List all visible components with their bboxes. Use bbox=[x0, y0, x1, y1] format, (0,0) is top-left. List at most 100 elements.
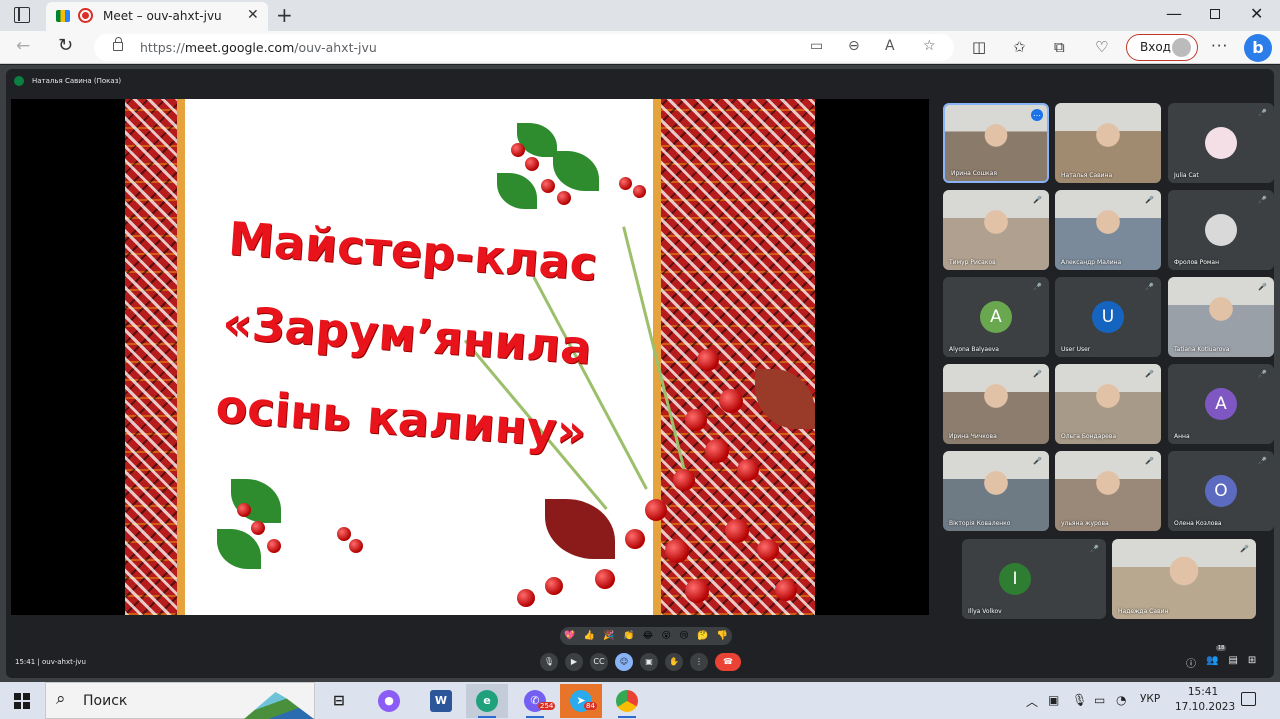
presentation-stage[interactable]: Майстер-клас «Зарум’янила осінь калину» bbox=[11, 99, 929, 615]
muted-mic-icon: 🎤 bbox=[1145, 457, 1154, 465]
windows-start-icon[interactable] bbox=[14, 693, 30, 709]
participant-tile[interactable]: 🎤 Фролов Роман bbox=[1168, 190, 1274, 270]
participant-tile[interactable]: 🎤 Ольга Бондарева bbox=[1055, 364, 1161, 444]
language-indicator[interactable]: УКР bbox=[1140, 693, 1160, 705]
taskbar-app-telegram[interactable]: ➤ 84 bbox=[560, 684, 602, 718]
reaction-emoji[interactable]: 🎉 bbox=[603, 631, 614, 641]
reaction-emoji[interactable]: 😂 bbox=[643, 631, 654, 641]
tray-mic-icon[interactable]: 🎙 bbox=[1072, 693, 1087, 707]
muted-mic-icon: 🎤 bbox=[1258, 457, 1267, 465]
reload-icon[interactable]: ↻ bbox=[58, 35, 73, 56]
activities-icon[interactable]: ⊞ bbox=[1248, 655, 1256, 670]
leave-call-icon[interactable]: ☎ bbox=[715, 653, 741, 671]
tile-options-icon[interactable]: … bbox=[1031, 109, 1043, 121]
viburnum-berry bbox=[349, 539, 363, 553]
reaction-emoji[interactable]: 💖 bbox=[564, 631, 575, 641]
people-icon[interactable]: 👥 bbox=[1206, 655, 1218, 670]
maximize-icon[interactable] bbox=[1210, 9, 1220, 19]
participant-tile[interactable]: A 🎤 Анна bbox=[1168, 364, 1274, 444]
taskbar-app-edge[interactable]: e bbox=[466, 684, 508, 718]
taskbar-app-alice[interactable]: ● bbox=[368, 684, 410, 718]
participant-count-badge: 18 bbox=[1216, 645, 1227, 651]
participant-tile[interactable]: … Ирина Сошкая bbox=[943, 103, 1049, 183]
signin-button[interactable]: Вход bbox=[1126, 34, 1198, 61]
collections-icon[interactable]: ⧉ bbox=[1054, 38, 1065, 56]
back-arrow-icon[interactable]: ← bbox=[16, 36, 30, 56]
reaction-emoji[interactable]: 👎 bbox=[717, 631, 728, 641]
meeting-side-controls: ⓘ 👥 ▤ ⊞ bbox=[1186, 655, 1256, 670]
camera-toggle-icon[interactable]: ▶ bbox=[565, 653, 583, 671]
taskbar-app-word[interactable]: W bbox=[420, 684, 462, 718]
reaction-emoji[interactable]: 👏 bbox=[623, 631, 634, 641]
muted-mic-icon: 🎤 bbox=[1258, 283, 1267, 291]
tab-meet[interactable]: Meet – ouv-ahxt-jvu ✕ bbox=[46, 2, 268, 31]
participant-tile[interactable]: A 🎤 Alyona Balyaeva bbox=[943, 277, 1049, 357]
search-highlight-image bbox=[244, 692, 314, 719]
viburnum-berry bbox=[625, 529, 645, 549]
bing-copilot-icon[interactable]: b bbox=[1244, 34, 1272, 62]
battery-icon[interactable]: ▭ bbox=[1094, 693, 1105, 707]
participant-tile[interactable]: 🎤 Тимур Рисаков bbox=[943, 190, 1049, 270]
minimize-icon[interactable]: — bbox=[1166, 4, 1182, 23]
participant-name: Вікторія Коваленко bbox=[949, 520, 1011, 527]
taskbar-app-chrome[interactable] bbox=[606, 684, 648, 718]
participant-tile[interactable]: 🎤 Надежда Савин bbox=[1112, 539, 1256, 619]
muted-mic-icon: 🎤 bbox=[1258, 109, 1267, 117]
window-close-icon[interactable]: ✕ bbox=[1250, 4, 1263, 23]
participant-tile[interactable]: 🎤 Tatiana Kotluarova bbox=[1168, 277, 1274, 357]
taskbar-search[interactable]: ⌕ Поиск bbox=[45, 682, 315, 719]
browser-essentials-icon[interactable]: ♡ bbox=[1095, 38, 1108, 56]
show-hidden-icons-icon[interactable]: ︿ bbox=[1026, 693, 1038, 710]
favorite-star-icon[interactable]: ☆ bbox=[923, 38, 936, 54]
mic-icon[interactable]: 🎙 bbox=[540, 653, 558, 671]
tab-close-icon[interactable]: ✕ bbox=[247, 7, 259, 23]
participant-tile[interactable]: 🎤 Ирина Чичкова bbox=[943, 364, 1049, 444]
telegram-badge: 84 bbox=[584, 702, 597, 710]
zoom-icon[interactable]: ⊖ bbox=[848, 38, 860, 54]
task-view-button[interactable]: ⊟ bbox=[318, 684, 360, 718]
participant-tile[interactable]: 🎤 Julia Cat bbox=[1168, 103, 1274, 183]
notification-center-icon[interactable] bbox=[1241, 692, 1256, 706]
raise-hand-icon[interactable]: ✋ bbox=[665, 653, 683, 671]
split-screen-icon[interactable]: ◫ bbox=[972, 38, 986, 56]
reactions-bar: 💖 👍 🎉 👏 😂 😮 😢 🤔 👎 bbox=[560, 627, 732, 645]
reaction-emoji[interactable]: 👍 bbox=[584, 631, 595, 641]
info-icon[interactable]: ⓘ bbox=[1186, 655, 1196, 670]
new-tab-button[interactable]: + bbox=[276, 3, 293, 27]
more-options-icon[interactable]: ⋮ bbox=[690, 653, 708, 671]
more-options-icon[interactable]: ··· bbox=[1211, 37, 1228, 55]
address-bar[interactable]: https://meet.google.com/ouv-ahxt-jvu ▭ ⊖… bbox=[94, 34, 954, 61]
participant-tile[interactable]: 🎤 Александр Малина bbox=[1055, 190, 1161, 270]
participant-tile[interactable]: O 🎤 Олена Козлова bbox=[1168, 451, 1274, 531]
favorites-icon[interactable]: ✩ bbox=[1013, 38, 1026, 56]
reaction-emoji[interactable]: 😮 bbox=[661, 631, 670, 641]
lock-icon[interactable] bbox=[113, 37, 123, 51]
taskbar-app-viber[interactable]: ✆ 254 bbox=[514, 684, 556, 718]
participant-tile[interactable]: 🎤 ульяна журова bbox=[1055, 451, 1161, 531]
tab-actions-icon[interactable] bbox=[14, 7, 30, 23]
participant-tile[interactable]: 🎤 Вікторія Коваленко bbox=[943, 451, 1049, 531]
reaction-emoji[interactable]: 🤔 bbox=[697, 631, 708, 641]
meeting-time: 15:41 bbox=[15, 658, 36, 666]
camera-icon[interactable]: ▭ bbox=[810, 38, 823, 54]
participant-tile[interactable]: U 🎤 User User bbox=[1055, 277, 1161, 357]
reaction-icon[interactable]: ☺ bbox=[615, 653, 633, 671]
muted-mic-icon: 🎤 bbox=[1090, 545, 1099, 553]
meeting-code[interactable]: ouv-ahxt-jvu bbox=[42, 658, 86, 666]
browser-tab-bar: Meet – ouv-ahxt-jvu ✕ + — ✕ bbox=[0, 0, 1280, 31]
chat-icon[interactable]: ▤ bbox=[1228, 655, 1237, 670]
tray-app-icon[interactable]: ▣ bbox=[1048, 693, 1059, 707]
read-aloud-icon[interactable]: A bbox=[885, 38, 895, 54]
meeting-details: 15:41 | ouv-ahxt-jvu bbox=[15, 658, 86, 666]
participant-tile[interactable]: I 🎤 Illya Volkov bbox=[962, 539, 1106, 619]
participant-name: Александр Малина bbox=[1061, 259, 1122, 266]
taskbar-clock[interactable]: 15:41 17.10.2023 bbox=[1175, 685, 1235, 715]
present-screen-icon[interactable]: ▣ bbox=[640, 653, 658, 671]
wifi-icon[interactable]: ◔ bbox=[1116, 693, 1126, 707]
captions-icon[interactable]: CC bbox=[590, 653, 608, 671]
embroidery-ornament-left bbox=[125, 99, 177, 615]
url-text[interactable]: https://meet.google.com/ouv-ahxt-jvu bbox=[140, 40, 377, 55]
reaction-emoji[interactable]: 😢 bbox=[679, 631, 688, 641]
participant-tile[interactable]: Наталья Савина bbox=[1055, 103, 1161, 183]
viburnum-berry bbox=[665, 539, 689, 563]
